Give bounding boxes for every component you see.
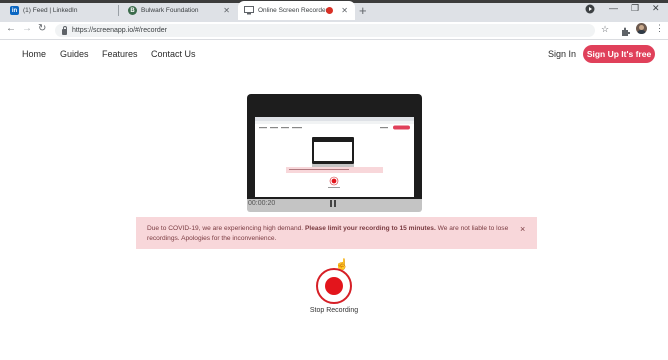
minimize-icon[interactable]: —	[609, 3, 618, 13]
back-icon[interactable]: ←	[6, 23, 16, 34]
alert-text-emphasis: Please limit your recording to 15 minute…	[304, 225, 436, 232]
recording-preview-screen	[255, 117, 414, 197]
tab-label: (1) Feed | LinkedIn	[23, 7, 78, 14]
tab-linkedin[interactable]: in (1) Feed | LinkedIn	[4, 1, 119, 20]
tab-label: Bulwark Foundation	[141, 7, 199, 14]
close-alert-icon[interactable]: ×	[520, 224, 525, 234]
reload-icon[interactable]: ↻	[38, 23, 46, 34]
lock-icon	[62, 25, 67, 35]
nav-features[interactable]: Features	[102, 49, 138, 59]
url-text: https://screenapp.io/#/recorder	[72, 27, 167, 34]
stop-recording-label: Stop Recording	[309, 307, 359, 314]
menu-kebab-icon[interactable]: ⋮	[655, 23, 664, 34]
linkedin-icon: in	[10, 6, 19, 15]
media-control-icon[interactable]	[585, 4, 595, 16]
sign-in-link[interactable]: Sign In	[548, 49, 576, 59]
nav-guides[interactable]: Guides	[60, 49, 89, 59]
tab-screen-recorder[interactable]: Online Screen Recorder ✕	[238, 1, 355, 20]
extensions-icon[interactable]	[620, 24, 631, 42]
tab-label: Online Screen Recorder	[258, 7, 328, 14]
nav-contact-us[interactable]: Contact Us	[151, 49, 196, 59]
tab-bulwark[interactable]: B Bulwark Foundation ✕	[122, 1, 237, 20]
record-indicator-icon[interactable]	[325, 277, 343, 295]
sign-up-button[interactable]: Sign Up It's free	[583, 45, 655, 63]
close-window-icon[interactable]: ✕	[652, 3, 660, 14]
alert-text-intro: Due to COVID-19, we are experiencing hig…	[147, 225, 305, 232]
bookmark-star-icon[interactable]: ☆	[601, 24, 609, 35]
profile-avatar[interactable]	[636, 23, 647, 34]
alert-message: Due to COVID-19, we are experiencing hig…	[147, 224, 517, 244]
new-tab-icon[interactable]: +	[359, 3, 367, 18]
restore-icon[interactable]: ❐	[631, 3, 639, 14]
preview-thumbnail	[255, 117, 414, 188]
recording-timecode: 00:00:20	[248, 200, 276, 207]
forward-icon[interactable]: →	[22, 23, 32, 34]
pause-icon[interactable]	[330, 200, 337, 207]
address-bar[interactable]: https://screenapp.io/#/recorder	[55, 24, 595, 37]
tab-separator	[118, 5, 119, 16]
bulwark-icon: B	[128, 6, 137, 15]
close-tab-icon[interactable]: ✕	[341, 6, 348, 15]
monitor-icon	[244, 6, 254, 15]
recording-indicator-icon	[326, 7, 333, 14]
nav-home[interactable]: Home	[22, 49, 46, 59]
close-tab-icon[interactable]: ✕	[223, 6, 230, 15]
